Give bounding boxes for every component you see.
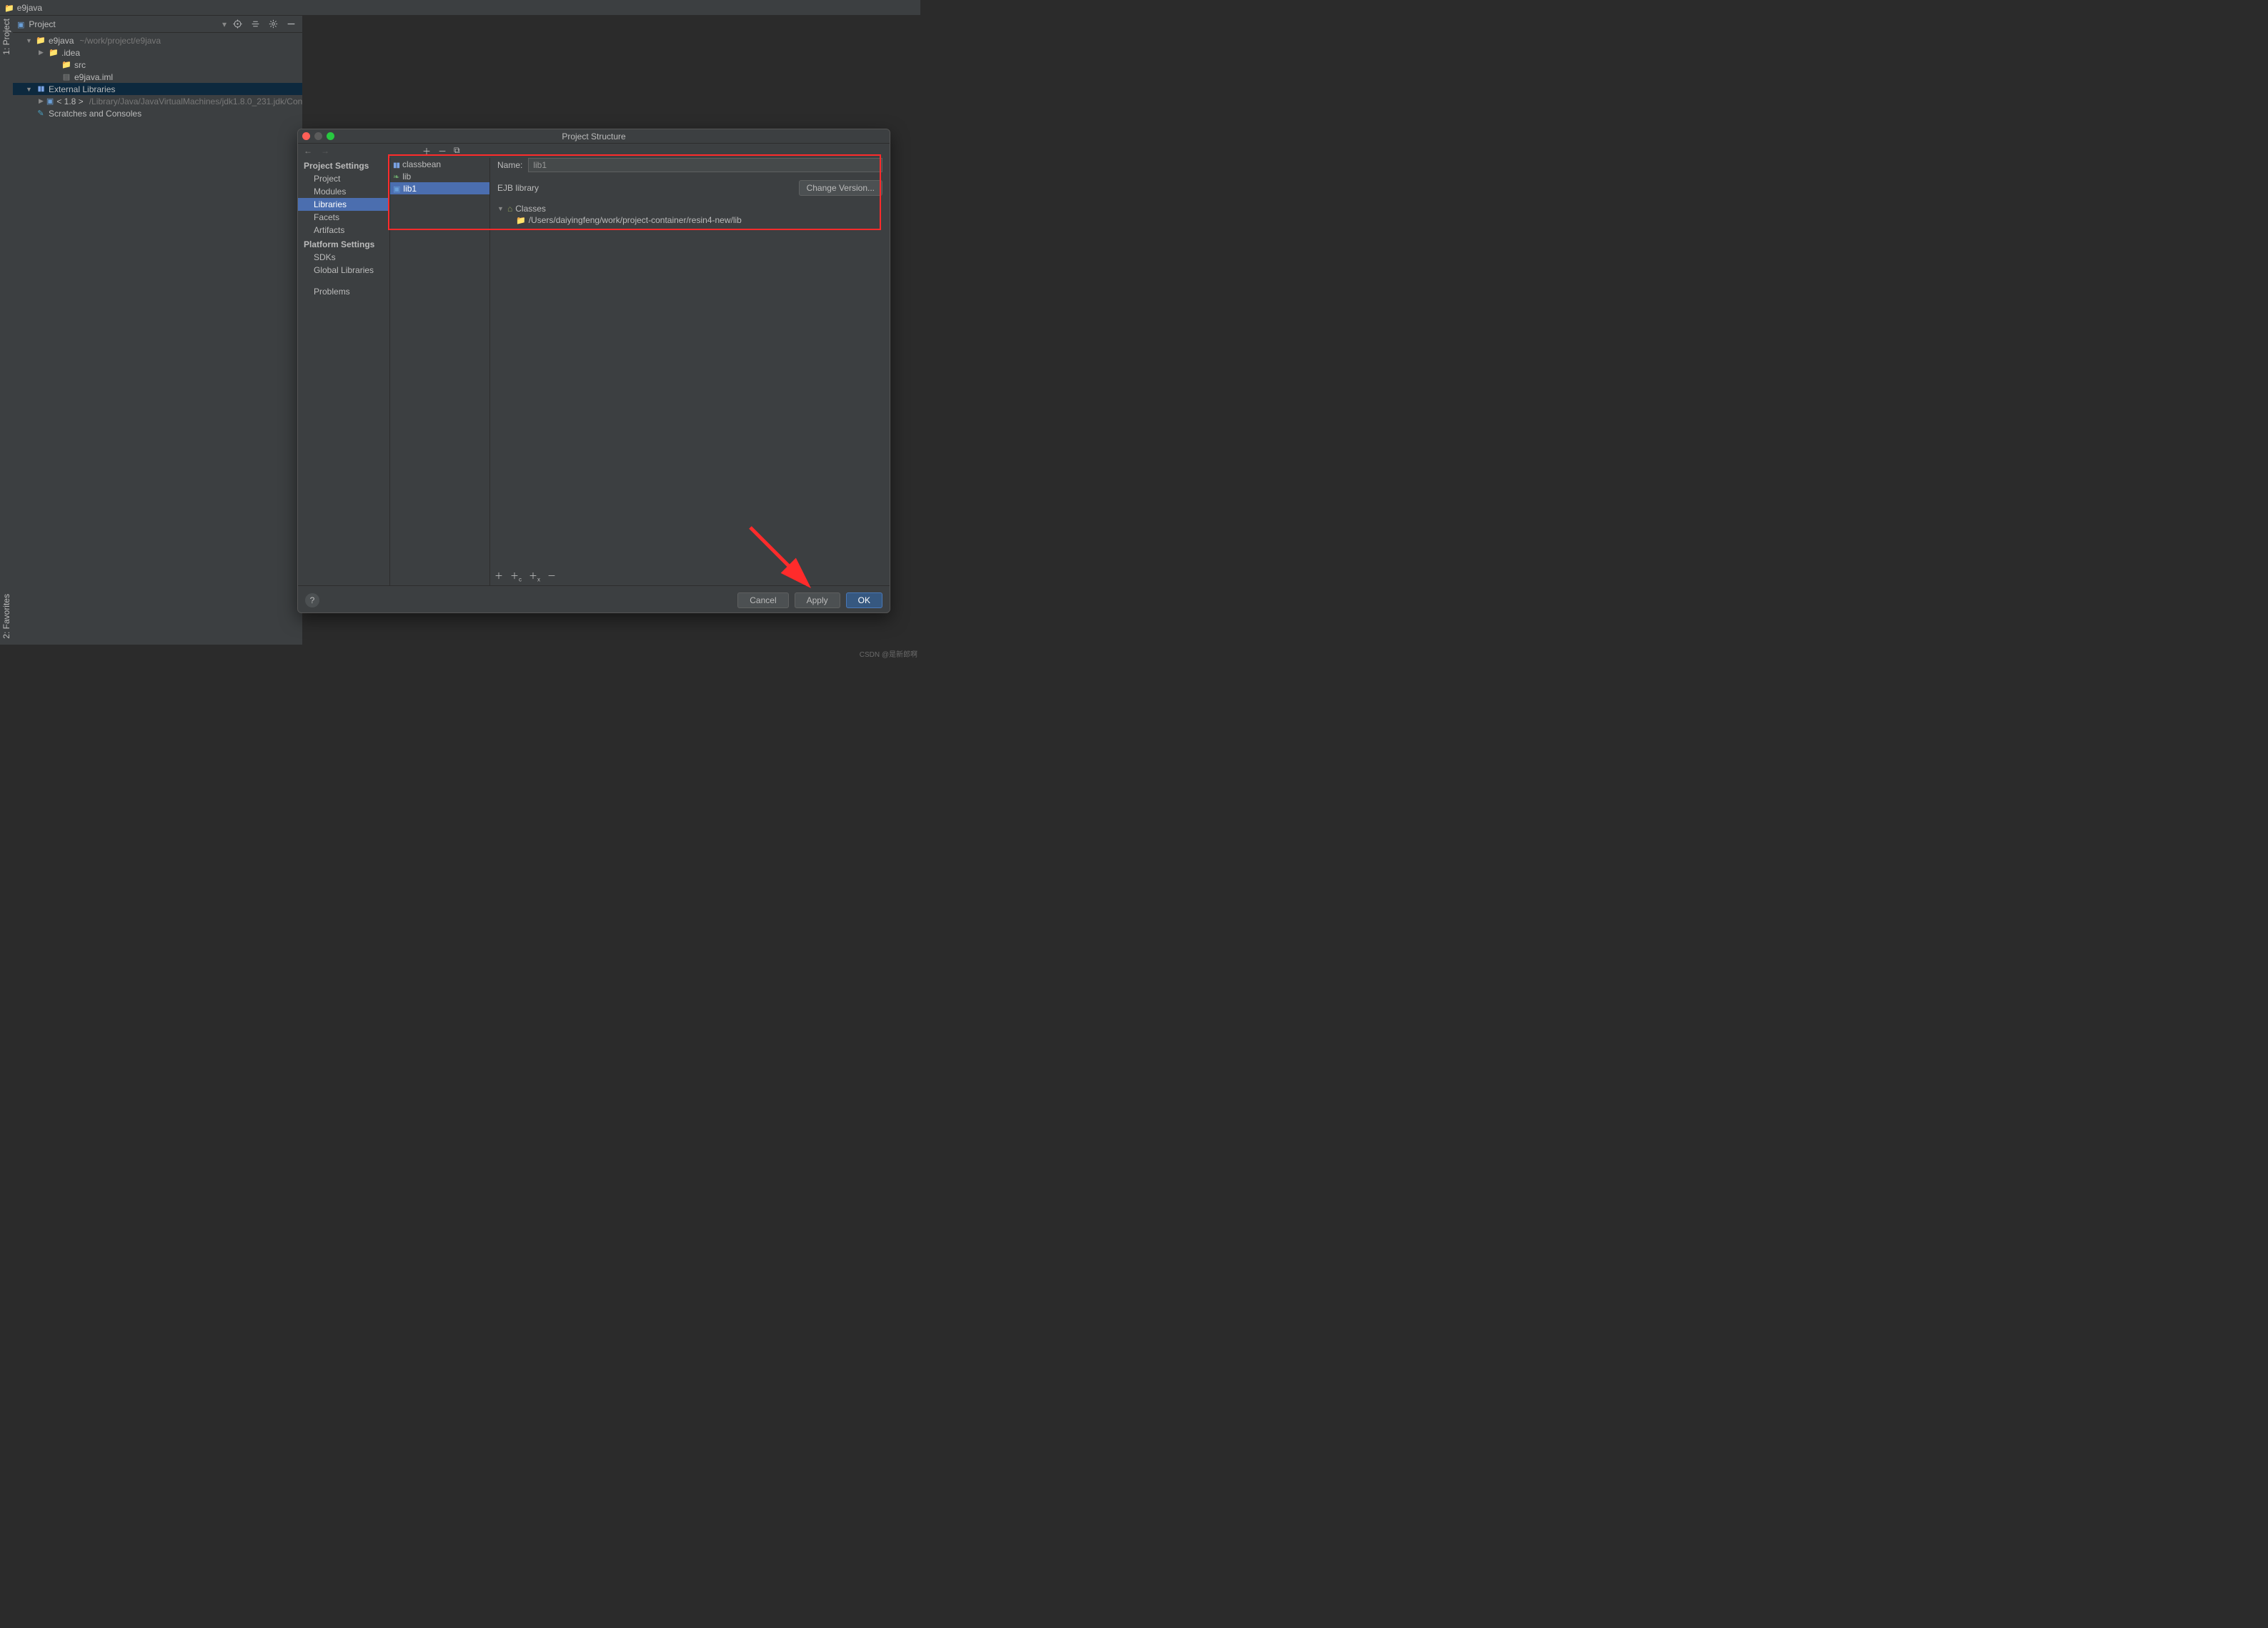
name-field[interactable]	[528, 158, 882, 172]
dialog-footer: ? Cancel Apply OK	[298, 585, 890, 613]
tool-favorites[interactable]: 2: Favorites	[1, 591, 11, 642]
library-icon	[393, 159, 399, 169]
breadcrumb-project[interactable]: e9java	[17, 3, 42, 13]
classes-node[interactable]: ▼ ⌂ Classes	[497, 203, 882, 214]
locate-icon[interactable]	[231, 19, 244, 29]
sidebar-item-facets[interactable]: Facets	[298, 211, 389, 224]
tree-root[interactable]: ▼e9java~/work/project/e9java	[13, 34, 302, 46]
sidebar-item-artifacts[interactable]: Artifacts	[298, 224, 389, 237]
minimize-icon[interactable]	[314, 132, 322, 140]
breadcrumb: e9java	[0, 0, 920, 16]
tool-strip-left: 1: Project 2: Favorites	[0, 16, 13, 645]
dialog-title: Project Structure	[562, 131, 625, 142]
close-icon[interactable]	[302, 132, 310, 140]
chevron-down-icon[interactable]: ▾	[222, 19, 227, 29]
library-icon	[393, 172, 399, 182]
project-icon	[17, 19, 24, 29]
classes-path-row[interactable]: /Users/daiyingfeng/work/project-containe…	[497, 214, 882, 226]
sidebar-item-global-libraries[interactable]: Global Libraries	[298, 264, 389, 277]
add-icon[interactable]: ＋	[422, 145, 431, 157]
tree-jdk[interactable]: ▶< 1.8 >/Library/Java/JavaVirtualMachine…	[13, 95, 302, 107]
tree-iml[interactable]: e9java.iml	[13, 71, 302, 83]
ok-button[interactable]: OK	[846, 592, 882, 608]
library-list: classbean lib lib1	[389, 158, 490, 585]
library-type: EJB library	[497, 183, 799, 193]
add-copy-icon[interactable]: ＋c	[510, 570, 522, 582]
project-structure-dialog: Project Structure ← → ＋ － ⧉ Project Sett…	[297, 129, 890, 613]
copy-icon[interactable]: ⧉	[454, 145, 460, 157]
tree-scratches[interactable]: Scratches and Consoles	[13, 107, 302, 119]
library-detail: Name: EJB library Change Version... ▼ ⌂ …	[490, 158, 890, 585]
remove-icon[interactable]: －	[438, 145, 447, 157]
list-item-lib[interactable]: lib	[390, 170, 489, 182]
project-pane-header: Project ▾	[13, 16, 302, 33]
forward-icon: →	[321, 146, 329, 156]
help-button[interactable]: ?	[305, 593, 319, 607]
apply-button[interactable]: Apply	[795, 592, 840, 608]
tree-external-libraries[interactable]: ▼External Libraries	[13, 83, 302, 95]
watermark: CSDN @是新郎啊	[860, 648, 917, 659]
back-icon[interactable]: ←	[304, 146, 312, 156]
dialog-toolbar: ← → ＋ － ⧉	[298, 144, 890, 158]
library-icon	[393, 184, 400, 194]
tree-idea[interactable]: ▶.idea	[13, 46, 302, 59]
folder-icon	[4, 3, 14, 13]
dialog-titlebar: Project Structure	[298, 129, 890, 144]
add-icon[interactable]: ＋	[494, 570, 503, 582]
sidebar-item-libraries[interactable]: Libraries	[298, 198, 389, 211]
sidebar-section-platform-settings: Platform Settings	[298, 237, 389, 251]
project-tree: ▼e9java~/work/project/e9java ▶.idea src …	[13, 33, 302, 121]
sidebar-item-problems[interactable]: Problems	[298, 285, 389, 298]
project-pane: Project ▾ ▼e9java~/work/project/e9java ▶…	[13, 16, 303, 645]
add-exclude-icon[interactable]: ＋x	[529, 570, 540, 582]
list-item-lib1[interactable]: lib1	[390, 182, 489, 194]
list-item-classbean[interactable]: classbean	[390, 158, 489, 170]
tool-project[interactable]: 1: Project	[1, 16, 11, 58]
sidebar-item-modules[interactable]: Modules	[298, 185, 389, 198]
tree-src[interactable]: src	[13, 59, 302, 71]
gear-icon[interactable]	[267, 19, 280, 29]
change-version-button[interactable]: Change Version...	[799, 180, 882, 196]
dialog-sidebar: Project Settings Project Modules Librari…	[298, 158, 389, 585]
expand-all-icon[interactable]	[249, 19, 262, 29]
remove-icon[interactable]: －	[547, 570, 556, 582]
sidebar-item-project[interactable]: Project	[298, 172, 389, 185]
detail-toolbar: ＋ ＋c ＋x －	[490, 567, 560, 585]
folder-icon	[516, 215, 526, 225]
project-pane-title[interactable]: Project	[29, 19, 218, 29]
sidebar-section-project-settings: Project Settings	[298, 158, 389, 172]
maximize-icon[interactable]	[327, 132, 334, 140]
cancel-button[interactable]: Cancel	[737, 592, 788, 608]
sidebar-item-sdks[interactable]: SDKs	[298, 251, 389, 264]
hide-icon[interactable]	[284, 19, 298, 29]
name-label: Name:	[497, 160, 522, 170]
